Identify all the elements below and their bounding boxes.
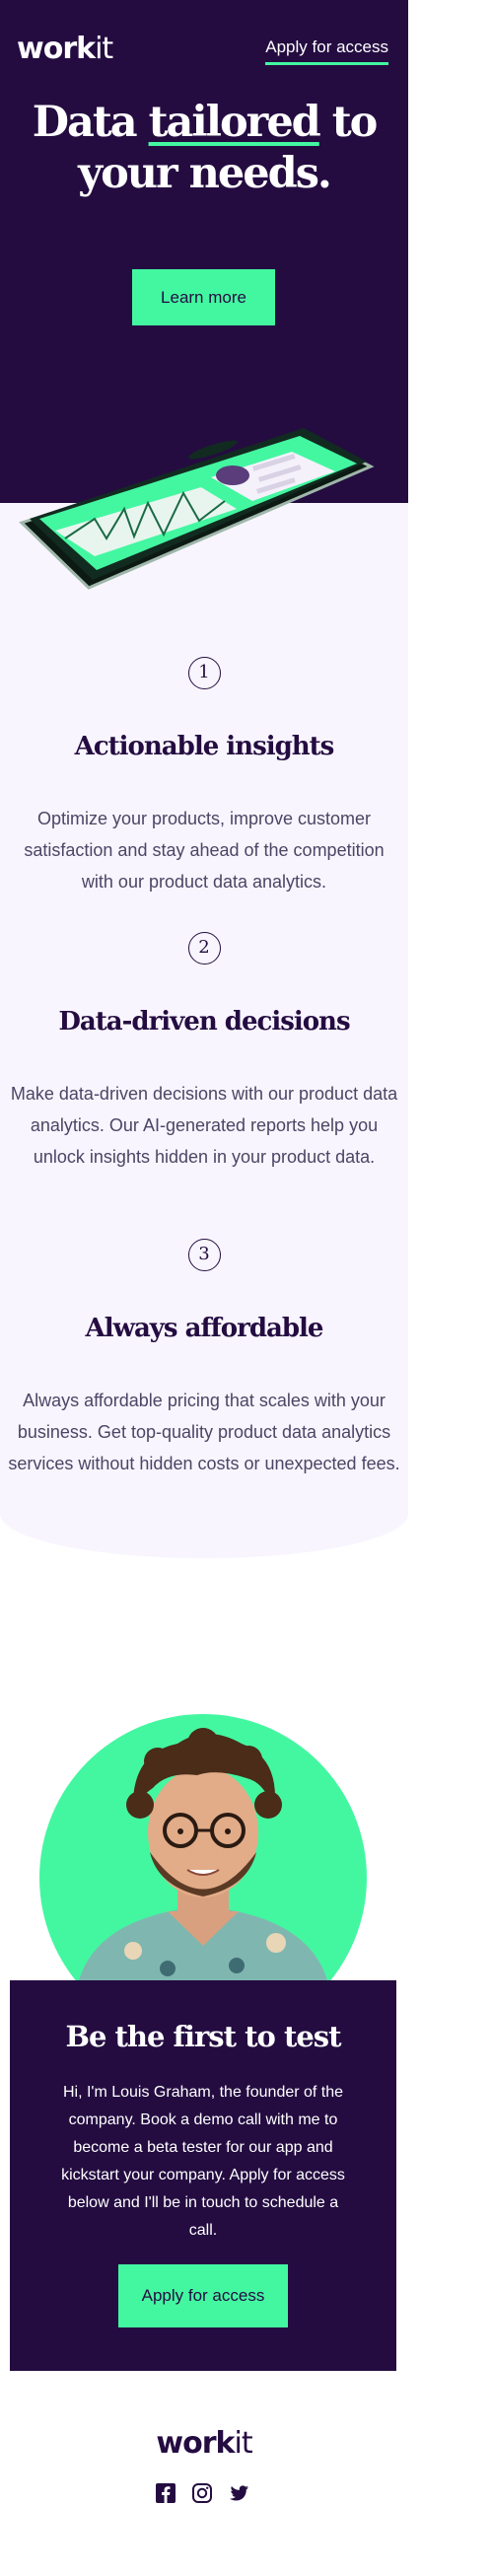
hero-title-end: to: [318, 98, 379, 147]
logo-light-text: it: [95, 32, 113, 66]
feature-description: Always affordable pricing that scales wi…: [8, 1391, 400, 1473]
footer-logo-light: it: [234, 2426, 252, 2461]
feature-title: Always affordable: [85, 1314, 324, 1343]
feature-item: 1 Actionable insights Optimize your prod…: [0, 657, 408, 897]
feature-description: Make data-driven decisions with our prod…: [10, 1084, 398, 1167]
feature-number-badge: 3: [187, 1239, 221, 1271]
cta-description: Hi, I'm Louis Graham, the founder of the…: [61, 2084, 345, 2239]
phone-mockup-illustration: [19, 428, 375, 590]
hero-title-line2: your needs.: [78, 149, 332, 198]
footer-logo-bold: work: [156, 2426, 235, 2461]
header-logo[interactable]: workit: [17, 32, 113, 66]
beta-tester-cta-section: Be the first to test Hi, I'm Louis Graha…: [10, 1980, 396, 2371]
feature-item: 3 Always affordable Always affordable pr…: [0, 1239, 408, 1479]
social-links: [155, 2482, 249, 2504]
founder-portrait-illustration: [79, 1728, 327, 1980]
instagram-icon[interactable]: [191, 2482, 213, 2504]
footer-logo[interactable]: workit: [0, 2426, 408, 2461]
feature-title: Actionable insights: [74, 732, 335, 761]
feature-item: 2 Data-driven decisions Make data-driven…: [0, 932, 408, 1173]
facebook-icon[interactable]: [155, 2482, 176, 2504]
hero-title-start: Data: [32, 98, 149, 147]
apply-for-access-button[interactable]: Apply for access: [118, 2264, 288, 2327]
feature-description: Optimize your products, improve customer…: [24, 809, 385, 892]
apply-for-access-link[interactable]: Apply for access: [265, 37, 388, 65]
twitter-icon[interactable]: [228, 2482, 249, 2504]
hero-title-accent: tailored: [148, 98, 321, 147]
learn-more-button[interactable]: Learn more: [132, 269, 275, 325]
cta-title: Be the first to test: [65, 2020, 341, 2053]
logo-bold-text: work: [17, 32, 96, 66]
hero-title: Data tailored to your needs.: [0, 97, 408, 199]
feature-number-badge: 2: [187, 932, 221, 965]
feature-title: Data-driven decisions: [58, 1007, 350, 1037]
feature-number-badge: 1: [187, 657, 221, 689]
founder-avatar: [39, 1714, 367, 1980]
